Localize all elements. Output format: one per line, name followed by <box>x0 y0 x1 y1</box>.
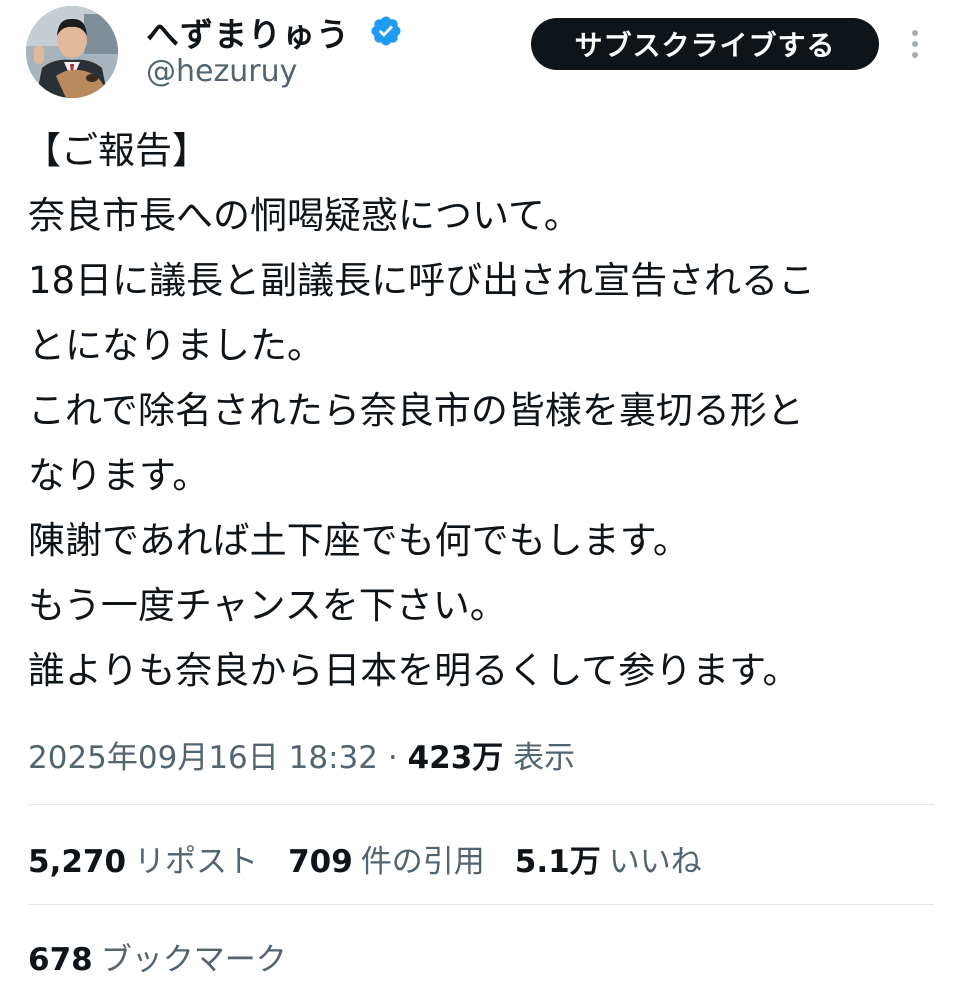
bookmarks-count: 678 <box>28 942 93 978</box>
likes-label: いいね <box>608 844 702 880</box>
bookmarks-label: ブックマーク <box>100 942 287 978</box>
tweet-line: 18日に議長と副議長に呼び出され宣告されるこ <box>28 259 816 302</box>
quotes-stat[interactable]: 709 件の引用 <box>288 836 485 881</box>
divider <box>28 904 934 905</box>
reposts-count: 5,270 <box>28 844 127 880</box>
bookmarks-stat[interactable]: 678 ブックマーク <box>28 934 287 979</box>
more-options-icon[interactable] <box>900 24 930 64</box>
reposts-stat[interactable]: 5,270 リポスト <box>28 836 258 881</box>
tweet-timestamp[interactable]: 2025年09月16日 18:32 <box>28 740 378 776</box>
tweet-line: なります。 <box>28 454 210 497</box>
quotes-count: 709 <box>288 844 353 880</box>
tweet-line: 奈良市長への恫喝疑惑について。 <box>28 194 581 237</box>
tweet-header: へずまりゅう @hezuruy サブスクライブする <box>0 0 960 110</box>
tweet-line: とになりました。 <box>28 324 324 367</box>
verified-badge-icon <box>371 16 401 46</box>
tweet-line: 陳謝であれば土下座でも何でもします。 <box>28 519 690 562</box>
views-count: 423万 <box>407 740 504 776</box>
subscribe-button[interactable]: サブスクライブする <box>531 18 879 70</box>
reposts-label: リポスト <box>134 844 259 880</box>
tweet-meta: 2025年09月16日 18:32 · 423万 表示 <box>28 732 575 777</box>
avatar-photo-icon <box>26 6 118 98</box>
tweet-line: もう一度チャンスを下さい。 <box>28 584 507 627</box>
tweet-line: 【ご報告】 <box>24 129 209 172</box>
likes-stat[interactable]: 5.1万 いいね <box>515 836 702 881</box>
author-display-name[interactable]: へずまりゅう <box>146 8 350 56</box>
tweet-text: 【ご報告】 奈良市長への恫喝疑惑について。 18日に議長と副議長に呼び出され宣告… <box>24 118 938 703</box>
divider <box>28 804 934 805</box>
tweet-line: これで除名されたら奈良市の皆様を裏切る形と <box>28 389 804 432</box>
meta-separator: · <box>387 740 398 776</box>
quotes-label: 件の引用 <box>360 844 485 880</box>
author-handle[interactable]: @hezuruy <box>146 54 297 89</box>
likes-count: 5.1万 <box>514 844 601 880</box>
views-label: 表示 <box>513 740 576 776</box>
tweet-line: 誰よりも奈良から日本を明るくして参ります。 <box>28 649 800 692</box>
engagement-stats: 5,270 リポスト 709 件の引用 5.1万 いいね <box>28 836 702 881</box>
author-avatar[interactable] <box>26 6 118 98</box>
